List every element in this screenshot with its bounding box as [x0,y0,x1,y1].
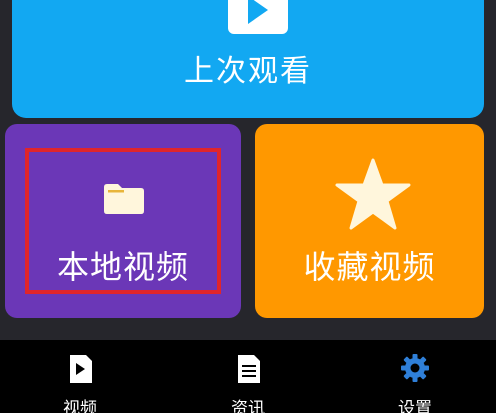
nav-item-news[interactable]: 资讯 [188,340,308,413]
nav-item-video[interactable]: 视频 [20,340,140,413]
document-icon [238,355,260,383]
nav-item-settings[interactable]: 设置 [355,340,475,413]
folder-icon [104,184,144,214]
nav-label-settings: 设置 [398,399,432,413]
favorite-videos-tile[interactable]: 收藏视频 [255,124,484,318]
last-watched-label: 上次观看 [184,54,312,89]
bottom-nav: 视频 资讯 设置 [0,340,496,413]
play-doc-icon [70,355,92,383]
last-watched-tile[interactable]: 上次观看 [12,0,484,118]
gear-icon [401,354,429,382]
star-icon [335,158,411,230]
app-screen: 上次观看 本地视频 收藏视频 视频 资讯 设置 [0,0,496,413]
local-videos-tile[interactable]: 本地视频 [5,124,241,318]
nav-label-video: 视频 [63,399,97,413]
play-icon [228,0,288,34]
nav-label-news: 资讯 [231,399,265,413]
local-videos-label: 本地视频 [56,248,189,286]
favorite-videos-label: 收藏视频 [303,248,436,286]
